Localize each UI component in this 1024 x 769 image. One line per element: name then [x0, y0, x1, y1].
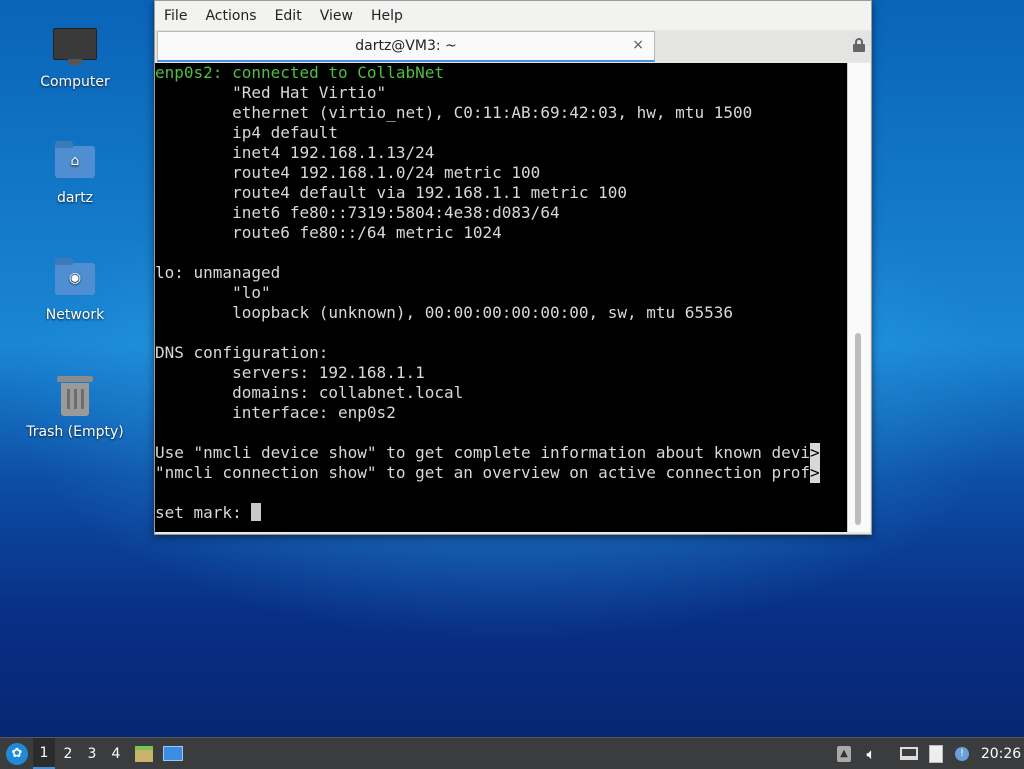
- file-manager-launcher[interactable]: [133, 738, 155, 769]
- menu-view[interactable]: View: [311, 8, 362, 24]
- menu-actions[interactable]: Actions: [196, 8, 265, 24]
- terminal-line: route4 default via 192.168.1.1 metric 10…: [155, 183, 847, 203]
- terminal-line: inet4 192.168.1.13/24: [155, 143, 847, 163]
- clipboard-icon: [929, 744, 943, 763]
- start-menu-button[interactable]: ✿: [4, 738, 30, 769]
- terminal-line-text: "lo": [155, 283, 271, 302]
- line-truncated-marker: >: [810, 443, 820, 463]
- terminal-line: servers: 192.168.1.1: [155, 363, 847, 383]
- desktop-icon-label: Computer: [40, 74, 110, 90]
- terminal-line: inet6 fe80::7319:5804:4e38:d083/64: [155, 203, 847, 223]
- terminal-line: "nmcli connection show" to get an overvi…: [155, 463, 847, 483]
- terminal-line: set mark:: [155, 503, 847, 523]
- clipboard-indicator[interactable]: [925, 738, 947, 769]
- workspace-4[interactable]: 4: [105, 738, 127, 769]
- terminal-line: lo: unmanaged: [155, 263, 847, 283]
- update-notifier[interactable]: ▲: [834, 738, 854, 769]
- terminal-line-text: loopback (unknown), 00:00:00:00:00:00, s…: [155, 303, 733, 322]
- terminal-line-text: route4 default via 192.168.1.1 metric 10…: [155, 183, 628, 202]
- terminal-line-text: ip4 default: [155, 123, 339, 142]
- computer-icon: [51, 22, 99, 70]
- lock-icon[interactable]: [853, 38, 865, 52]
- terminal-line: DNS configuration:: [155, 343, 847, 363]
- terminal-line: route6 fe80::/64 metric 1024: [155, 223, 847, 243]
- terminal-line-text: inet4 192.168.1.13/24: [155, 143, 435, 162]
- menu-bar: File Actions Edit View Help: [155, 1, 871, 30]
- show-desktop-button[interactable]: [161, 738, 185, 769]
- desktop-icon-computer[interactable]: Computer: [20, 22, 130, 90]
- terminal-line-text: inet6 fe80::7319:5804:4e38:d083/64: [155, 203, 560, 222]
- desktop-icon-home-folder[interactable]: ⌂ dartz: [20, 138, 130, 206]
- terminal-line-text: enp0s2: connected to CollabNet: [155, 63, 444, 82]
- terminal-scrollbar[interactable]: [847, 63, 870, 532]
- terminal-line-text: "Red Hat Virtio": [155, 83, 387, 102]
- taskbar: ✿ 1 2 3 4 ▲ 🔈︎ ! 20:26: [0, 737, 1024, 769]
- desktop-icon-label: dartz: [56, 190, 94, 206]
- notification-indicator[interactable]: !: [951, 738, 973, 769]
- tab-title: dartz@VM3: ~: [355, 38, 457, 54]
- menu-help[interactable]: Help: [362, 8, 412, 24]
- network-indicator[interactable]: [897, 738, 921, 769]
- terminal-line: ip4 default: [155, 123, 847, 143]
- show-desktop-icon: [163, 746, 183, 761]
- terminal-line-text: set mark:: [155, 503, 252, 522]
- text-cursor: [251, 503, 262, 521]
- update-icon: ▲: [837, 745, 851, 762]
- desktop-icon-network[interactable]: ◉ Network: [20, 255, 130, 323]
- speaker-icon: 🔈︎: [866, 744, 876, 763]
- menu-file[interactable]: File: [155, 8, 196, 24]
- terminal-line-text: lo: unmanaged: [155, 263, 281, 282]
- file-manager-icon: [135, 745, 153, 762]
- scrollbar-thumb[interactable]: [855, 333, 861, 525]
- workspace-2[interactable]: 2: [57, 738, 79, 769]
- terminal-line-text: "nmcli connection show" to get an overvi…: [155, 463, 811, 482]
- wired-network-icon: [900, 747, 918, 760]
- desktop-icon-label: Trash (Empty): [26, 424, 124, 440]
- terminal-line: domains: collabnet.local: [155, 383, 847, 403]
- terminal-line: enp0s2: connected to CollabNet: [155, 63, 847, 83]
- terminal-tab[interactable]: dartz@VM3: ~ ×: [157, 31, 655, 62]
- terminal-line-text: route4 192.168.1.0/24 metric 100: [155, 163, 541, 182]
- home-folder-icon: ⌂: [51, 138, 99, 186]
- clock[interactable]: 20:26: [978, 738, 1024, 769]
- terminal-line: "Red Hat Virtio": [155, 83, 847, 103]
- menu-edit[interactable]: Edit: [266, 8, 311, 24]
- workspace-3[interactable]: 3: [81, 738, 103, 769]
- terminal-line: interface: enp0s2: [155, 403, 847, 423]
- app-menu-icon: ✿: [6, 742, 28, 765]
- trash-icon: [51, 372, 99, 420]
- desktop-icon-label: Network: [45, 307, 105, 323]
- terminal-line: route4 192.168.1.0/24 metric 100: [155, 163, 847, 183]
- terminal-line-text: Use "nmcli device show" to get complete …: [155, 443, 811, 462]
- terminal-line-text: ethernet (virtio_net), C0:11:AB:69:42:03…: [155, 103, 753, 122]
- terminal-line: loopback (unknown), 00:00:00:00:00:00, s…: [155, 303, 847, 323]
- desktop-icon-trash[interactable]: Trash (Empty): [20, 372, 130, 440]
- close-tab-icon[interactable]: ×: [632, 37, 644, 53]
- terminal-line-text: route6 fe80::/64 metric 1024: [155, 223, 502, 242]
- terminal-window: File Actions Edit View Help dartz@VM3: ~…: [154, 0, 872, 535]
- terminal-line-text: domains: collabnet.local: [155, 383, 464, 402]
- terminal-line: ethernet (virtio_net), C0:11:AB:69:42:03…: [155, 103, 847, 123]
- terminal-line-text: interface: enp0s2: [155, 403, 396, 422]
- tab-bar: dartz@VM3: ~ ×: [155, 30, 871, 62]
- info-notification-icon: !: [955, 746, 969, 761]
- terminal-line: Use "nmcli device show" to get complete …: [155, 443, 847, 463]
- line-truncated-marker: >: [810, 463, 820, 483]
- terminal-line-text: servers: 192.168.1.1: [155, 363, 425, 382]
- network-folder-icon: ◉: [51, 255, 99, 303]
- volume-control[interactable]: 🔈︎: [860, 738, 882, 769]
- terminal-output[interactable]: enp0s2: connected to CollabNet "Red Hat …: [155, 63, 847, 532]
- workspace-1[interactable]: 1: [33, 738, 55, 769]
- terminal-line: "lo": [155, 283, 847, 303]
- terminal-line-text: DNS configuration:: [155, 343, 329, 362]
